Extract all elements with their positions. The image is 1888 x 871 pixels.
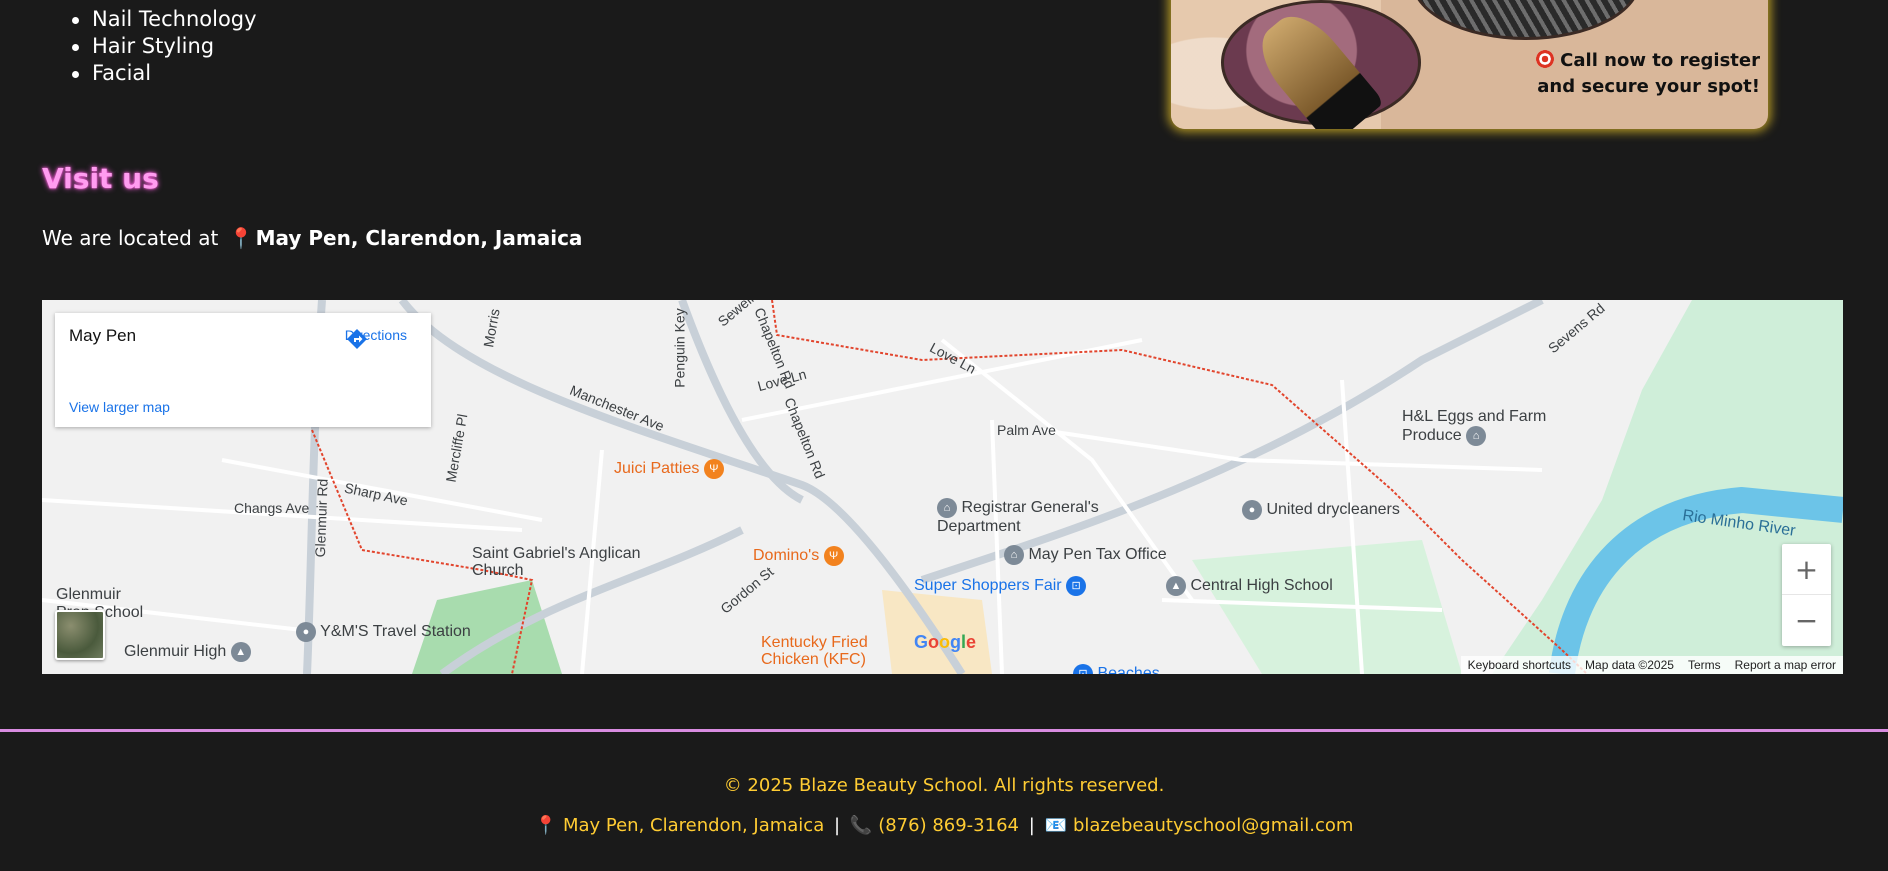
footer-copyright: © 2025 Blaze Beauty School. All rights r… (723, 775, 1165, 796)
footer-phone[interactable]: (876) 869-3164 (878, 815, 1019, 836)
map-poi[interactable]: ● United drycleaners (1242, 500, 1400, 520)
location-text: We are located at 📍 May Pen, Clarendon, J… (42, 226, 582, 250)
location-name: May Pen, Clarendon, Jamaica (255, 226, 583, 250)
map-poi[interactable]: Juici Patties Ψ (614, 459, 724, 479)
pin-icon: 📍 (534, 815, 557, 836)
map-poi[interactable]: ⌂ Registrar General's Department (937, 498, 1157, 536)
visit-heading: Visit us (42, 162, 159, 195)
promo-cta-line2: and secure your spot! (1537, 76, 1760, 97)
map-poi[interactable]: ⊡ Beaches (1073, 664, 1160, 674)
map-poi[interactable]: Domino's Ψ (753, 546, 844, 566)
building-icon: ⌂ (1466, 426, 1487, 446)
street-label: Palm Ave (997, 422, 1056, 438)
map-poi[interactable]: Glenmuir High ▲ (124, 642, 251, 662)
restaurant-icon: Ψ (703, 459, 724, 479)
place-name: May Pen (69, 326, 137, 345)
promo-banner: Call now to register and secure your spo… (1171, 0, 1768, 129)
pin-icon: 📍 (228, 226, 254, 250)
map-poi[interactable]: ▲ Central High School (1166, 576, 1333, 596)
zoom-out-button[interactable]: − (1782, 595, 1831, 646)
place-icon: ● (1242, 500, 1262, 520)
phone-icon: 📞 (849, 815, 873, 836)
service-item: Hair Styling (72, 33, 257, 60)
map-poi[interactable]: ● Y&M'S Travel Station (296, 622, 471, 642)
place-icon: ● (296, 622, 316, 642)
building-icon: ⌂ (937, 498, 957, 518)
promo-cta: Call now to register and secure your spo… (1480, 48, 1760, 100)
map-data-label: Map data ©2025 (1585, 658, 1674, 672)
cart-icon: ⊡ (1066, 576, 1087, 596)
footer-divider (0, 729, 1888, 732)
restaurant-icon: Ψ (823, 546, 844, 566)
zoom-controls: + − (1782, 544, 1831, 646)
street-label: Glenmuir Rd (311, 478, 331, 558)
map-poi[interactable]: Kentucky Fried Chicken (KFC) (761, 634, 911, 668)
separator: | (1028, 815, 1035, 836)
view-larger-map-link[interactable]: View larger map (69, 399, 170, 415)
street-label: Penguin Key (671, 308, 688, 388)
location-prefix: We are located at (42, 226, 219, 250)
hair-photo (1411, 0, 1641, 40)
footer-address: May Pen, Clarendon, Jamaica (562, 815, 825, 836)
terms-link[interactable]: Terms (1681, 656, 1728, 674)
separator: | (833, 815, 841, 836)
google-logo: Google (914, 632, 977, 652)
footer-contact: 📍 May Pen, Clarendon, Jamaica | 📞 (876) 86… (0, 815, 1888, 836)
embedded-map[interactable]: Manchester Ave Chapelton Rd Chapelton Rd… (42, 300, 1843, 674)
service-item: Facial (72, 60, 257, 87)
services-list: Nail Technology Hair Styling Facial (72, 6, 257, 87)
map-poi[interactable]: H&L Eggs and Farm Produce ⌂ (1402, 408, 1602, 446)
zoom-in-button[interactable]: + (1782, 544, 1831, 595)
promo-cta-line1: Call now to register (1560, 50, 1760, 71)
map-info-card: May Pen Directions View larger map (55, 313, 431, 427)
map-poi[interactable]: Saint Gabriel's Anglican Church (472, 545, 642, 579)
school-icon: ▲ (230, 642, 251, 662)
map-attribution: Keyboard shortcuts Map data ©2025 Terms … (1460, 656, 1843, 674)
keyboard-shortcuts-link[interactable]: Keyboard shortcuts (1461, 656, 1578, 674)
satellite-layer-toggle[interactable] (55, 610, 105, 660)
target-icon (1536, 50, 1555, 68)
street-label: Changs Ave (234, 500, 310, 516)
building-icon: ⌂ (1004, 545, 1024, 565)
report-error-link[interactable]: Report a map error (1728, 656, 1843, 674)
school-icon: ▲ (1166, 576, 1186, 596)
directions-icon (346, 329, 367, 349)
shopping-icon: ⊡ (1073, 664, 1093, 674)
service-item: Nail Technology (72, 7, 257, 31)
footer-email[interactable]: blazebeautyschool@gmail.com (1073, 815, 1354, 836)
map-poi[interactable]: Super Shoppers Fair ⊡ (914, 576, 1087, 596)
directions-button[interactable]: Directions (345, 327, 407, 349)
map-poi[interactable]: ⌂ May Pen Tax Office (1004, 545, 1167, 565)
email-icon: 📧 (1044, 815, 1067, 836)
